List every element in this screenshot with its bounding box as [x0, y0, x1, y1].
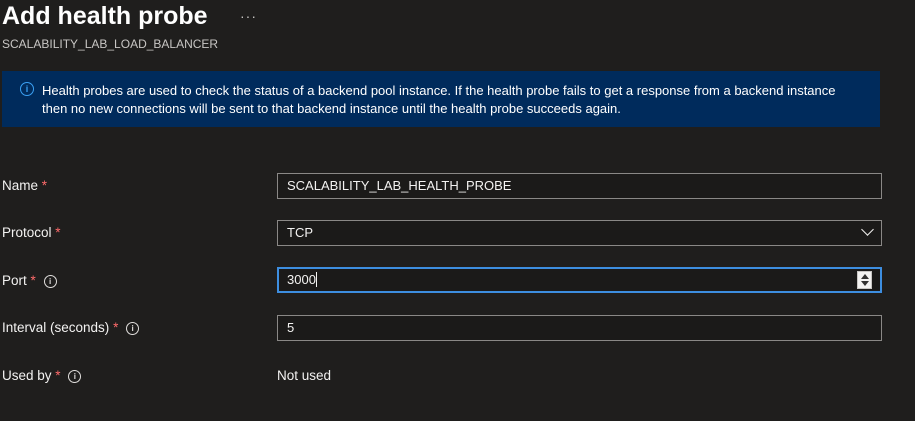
interval-input[interactable]: 5: [277, 315, 882, 341]
info-icon: i: [20, 82, 34, 96]
spin-down-icon[interactable]: [861, 281, 869, 286]
interval-input-value: 5: [287, 320, 295, 335]
info-icon[interactable]: i: [126, 322, 140, 335]
page-subtitle: SCALABILITY_LAB_LOAD_BALANCER: [2, 37, 219, 51]
info-banner: i Health probes are used to check the st…: [2, 71, 880, 127]
interval-label: Interval (seconds) * i: [2, 318, 140, 338]
port-label-text: Port: [2, 273, 27, 288]
info-icon[interactable]: i: [43, 275, 57, 288]
protocol-selected-value: TCP: [287, 225, 313, 240]
used-by-label-text: Used by: [2, 368, 52, 383]
port-input-value: 3000: [287, 272, 316, 287]
required-marker: *: [55, 225, 61, 240]
name-input[interactable]: SCALABILITY_LAB_HEALTH_PROBE: [277, 173, 882, 199]
info-icon[interactable]: i: [68, 370, 82, 383]
info-banner-line-2: then no new connections will be sent to …: [42, 101, 621, 116]
port-spinner[interactable]: [857, 271, 872, 289]
name-label-text: Name: [2, 178, 39, 193]
protocol-label: Protocol *: [2, 223, 61, 243]
required-marker: *: [30, 273, 36, 288]
name-input-value: SCALABILITY_LAB_HEALTH_PROBE: [287, 178, 512, 193]
protocol-dropdown[interactable]: TCP: [277, 220, 882, 246]
used-by-value: Not used: [277, 368, 332, 383]
required-marker: *: [41, 178, 48, 193]
used-by-label: Used by * i: [2, 366, 82, 386]
port-label: Port * i: [2, 271, 57, 291]
info-banner-line-1: Health probes are used to check the stat…: [42, 83, 836, 98]
required-marker: *: [55, 368, 61, 383]
chevron-down-icon: [861, 223, 874, 236]
name-label: Name *: [2, 176, 47, 196]
required-marker: *: [113, 320, 119, 335]
port-input[interactable]: 3000: [277, 267, 882, 293]
protocol-label-text: Protocol: [2, 225, 52, 240]
info-banner-text: Health probes are used to check the stat…: [42, 82, 872, 118]
text-cursor: [315, 272, 317, 287]
more-options-button[interactable]: ···: [240, 6, 257, 26]
interval-label-text: Interval (seconds): [2, 320, 110, 335]
page-title: Add health probe: [2, 2, 208, 30]
spin-up-icon[interactable]: [861, 274, 869, 279]
